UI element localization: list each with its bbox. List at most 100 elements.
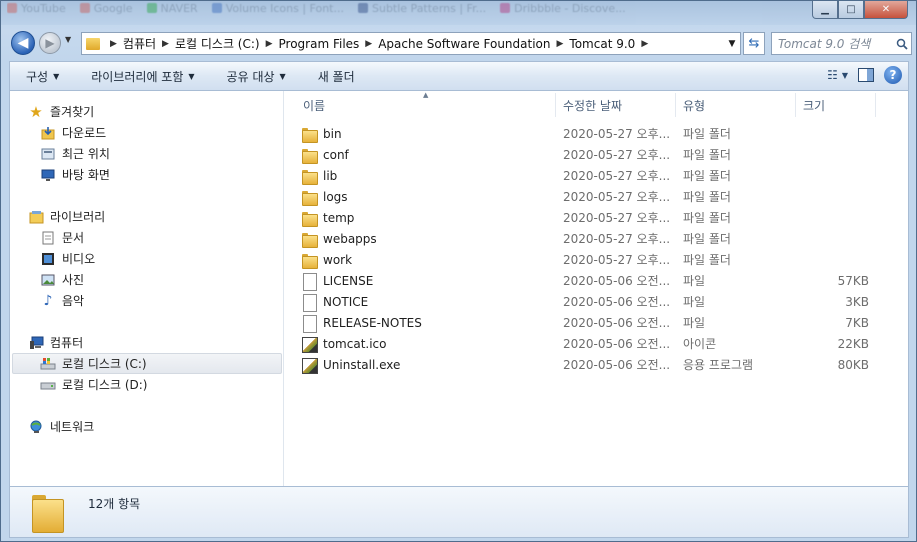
nav-item-documents[interactable]: 문서 (40, 227, 84, 248)
folder-icon (301, 252, 318, 269)
nav-label: 비디오 (62, 252, 96, 266)
breadcrumb-item[interactable]: Program Files (279, 37, 360, 51)
file-type: 파일 폴더 (683, 148, 731, 162)
nav-item-local-disk-d[interactable]: 로컬 디스크 (D:) (40, 374, 147, 395)
nav-item-music[interactable]: ♪ 음악 (40, 290, 85, 311)
nav-item-downloads[interactable]: 다운로드 (40, 122, 106, 143)
column-divider[interactable] (795, 93, 796, 117)
nav-libraries[interactable]: 라이브러리 (28, 206, 105, 227)
chevron-right-icon[interactable]: ▶ (266, 39, 273, 49)
column-header-type[interactable]: 유형 (683, 93, 791, 117)
chevron-right-icon[interactable]: ▶ (110, 39, 117, 49)
organize-menu[interactable]: 구성 ▼ (10, 62, 75, 90)
file-row[interactable]: Uninstall.exe 2020-05-06 오전... 응용 프로그램 80KB (285, 354, 908, 375)
breadcrumb-item[interactable]: 로컬 디스크 (C:) (175, 35, 260, 52)
column-divider[interactable] (875, 93, 876, 117)
refresh-button[interactable]: ⇆ (743, 32, 765, 55)
search-box[interactable]: Tomcat 9.0 검색 (771, 32, 912, 55)
file-name: conf (323, 147, 349, 162)
file-name-cell: conf (301, 144, 551, 165)
nav-network[interactable]: 네트워크 (28, 416, 94, 437)
view-options-button[interactable]: ☷ ▼ (827, 68, 848, 82)
file-name-cell: webapps (301, 228, 551, 249)
back-button[interactable]: ◀ (11, 31, 35, 55)
file-name: NOTICE (323, 294, 369, 309)
explorer-window: YouTube Google NAVER Volume Icons | Font… (0, 0, 917, 542)
file-row[interactable]: LICENSE 2020-05-06 오전... 파일 57KB (285, 270, 908, 291)
minimize-button[interactable]: ▁ (812, 1, 838, 19)
nav-item-local-disk-c[interactable]: 로컬 디스크 (C:) (12, 353, 282, 374)
nav-label: 즐겨찾기 (50, 105, 95, 119)
column-divider[interactable] (675, 93, 676, 117)
chevron-right-icon[interactable]: ▶ (641, 39, 648, 49)
history-dropdown[interactable]: ▼ (65, 35, 71, 44)
ghost-tab: NAVER (146, 1, 198, 15)
column-header-size[interactable]: 크기 (803, 93, 873, 117)
maximize-button[interactable]: □ (838, 1, 864, 19)
file-row[interactable]: work 2020-05-27 오후... 파일 폴더 (285, 249, 908, 270)
column-header-date[interactable]: 수정한 날짜 (563, 93, 671, 117)
nav-favorites[interactable]: ★ 즐겨찾기 (28, 101, 94, 122)
search-icon[interactable] (893, 38, 911, 50)
file-row[interactable]: webapps 2020-05-27 오후... 파일 폴더 (285, 228, 908, 249)
chevron-right-icon[interactable]: ▶ (365, 39, 372, 49)
file-date: 2020-05-06 오전... (563, 274, 671, 288)
file-type: 파일 폴더 (683, 232, 731, 246)
search-input[interactable]: Tomcat 9.0 검색 (778, 35, 893, 52)
file-row[interactable]: temp 2020-05-27 오후... 파일 폴더 (285, 207, 908, 228)
close-button[interactable]: ✕ (864, 1, 908, 19)
nav-item-recent-places[interactable]: 최근 위치 (40, 143, 110, 164)
file-icon (301, 293, 317, 312)
include-in-library-menu[interactable]: 라이브러리에 포함 ▼ (75, 62, 210, 90)
file-date: 2020-05-27 오후... (563, 127, 671, 141)
file-size: 80KB (837, 357, 869, 372)
nav-item-desktop[interactable]: 바탕 화면 (40, 164, 110, 185)
chevron-right-icon[interactable]: ▶ (557, 39, 564, 49)
help-button[interactable]: ? (884, 66, 902, 84)
new-folder-label: 새 폴더 (317, 69, 355, 84)
file-row[interactable]: logs 2020-05-27 오후... 파일 폴더 (285, 186, 908, 207)
forward-button[interactable]: ▶ (39, 32, 61, 54)
file-row[interactable]: NOTICE 2020-05-06 오전... 파일 3KB (285, 291, 908, 312)
file-row[interactable]: bin 2020-05-27 오후... 파일 폴더 (285, 123, 908, 144)
dropdown-arrow-icon: ▼ (188, 71, 195, 81)
downloads-icon (40, 125, 56, 141)
file-date: 2020-05-27 오후... (563, 190, 671, 204)
desktop-icon (40, 167, 56, 183)
file-row[interactable]: RELEASE-NOTES 2020-05-06 오전... 파일 7KB (285, 312, 908, 333)
new-folder-button[interactable]: 새 폴더 (302, 62, 371, 90)
details-pane: 12개 항목 (9, 486, 909, 538)
star-icon: ★ (29, 102, 43, 121)
file-date: 2020-05-27 오후... (563, 232, 671, 246)
breadcrumb-item[interactable]: Apache Software Foundation (378, 37, 550, 51)
nav-computer[interactable]: 컴퓨터 (28, 332, 83, 353)
column-header-name[interactable]: 이름 (303, 93, 553, 117)
file-name-cell: lib (301, 165, 551, 186)
folder-icon (30, 493, 66, 533)
column-divider[interactable] (555, 93, 556, 117)
dropdown-arrow-icon: ▼ (53, 71, 60, 81)
file-row[interactable]: conf 2020-05-27 오후... 파일 폴더 (285, 144, 908, 165)
file-icon (301, 272, 317, 291)
nav-item-videos[interactable]: 비디오 (40, 248, 95, 269)
file-row[interactable]: tomcat.ico 2020-05-06 오전... 아이콘 22KB (285, 333, 908, 354)
column-label: 수정한 날짜 (563, 98, 623, 113)
folder-icon (301, 189, 318, 206)
chevron-right-icon[interactable]: ▶ (162, 39, 169, 49)
breadcrumb-item[interactable]: Tomcat 9.0 (569, 37, 635, 51)
address-bar[interactable]: ▶ 컴퓨터 ▶ 로컬 디스크 (C:) ▶ Program Files ▶ Ap… (81, 32, 741, 55)
nav-label: 로컬 디스크 (D:) (62, 378, 148, 392)
file-type: 파일 폴더 (683, 211, 731, 225)
file-name: tomcat.ico (323, 336, 387, 351)
file-name: webapps (323, 231, 377, 246)
file-name: LICENSE (323, 273, 374, 288)
preview-pane-button[interactable] (858, 68, 874, 82)
share-with-menu[interactable]: 공유 대상 ▼ (211, 62, 302, 90)
title-bar[interactable]: YouTube Google NAVER Volume Icons | Font… (1, 1, 916, 25)
folder-icon (301, 126, 318, 143)
dropdown-arrow-icon: ▼ (841, 70, 848, 80)
address-dropdown-icon[interactable]: ▼ (724, 39, 740, 49)
nav-item-pictures[interactable]: 사진 (40, 269, 84, 290)
file-row[interactable]: lib 2020-05-27 오후... 파일 폴더 (285, 165, 908, 186)
breadcrumb-item[interactable]: 컴퓨터 (123, 35, 156, 52)
